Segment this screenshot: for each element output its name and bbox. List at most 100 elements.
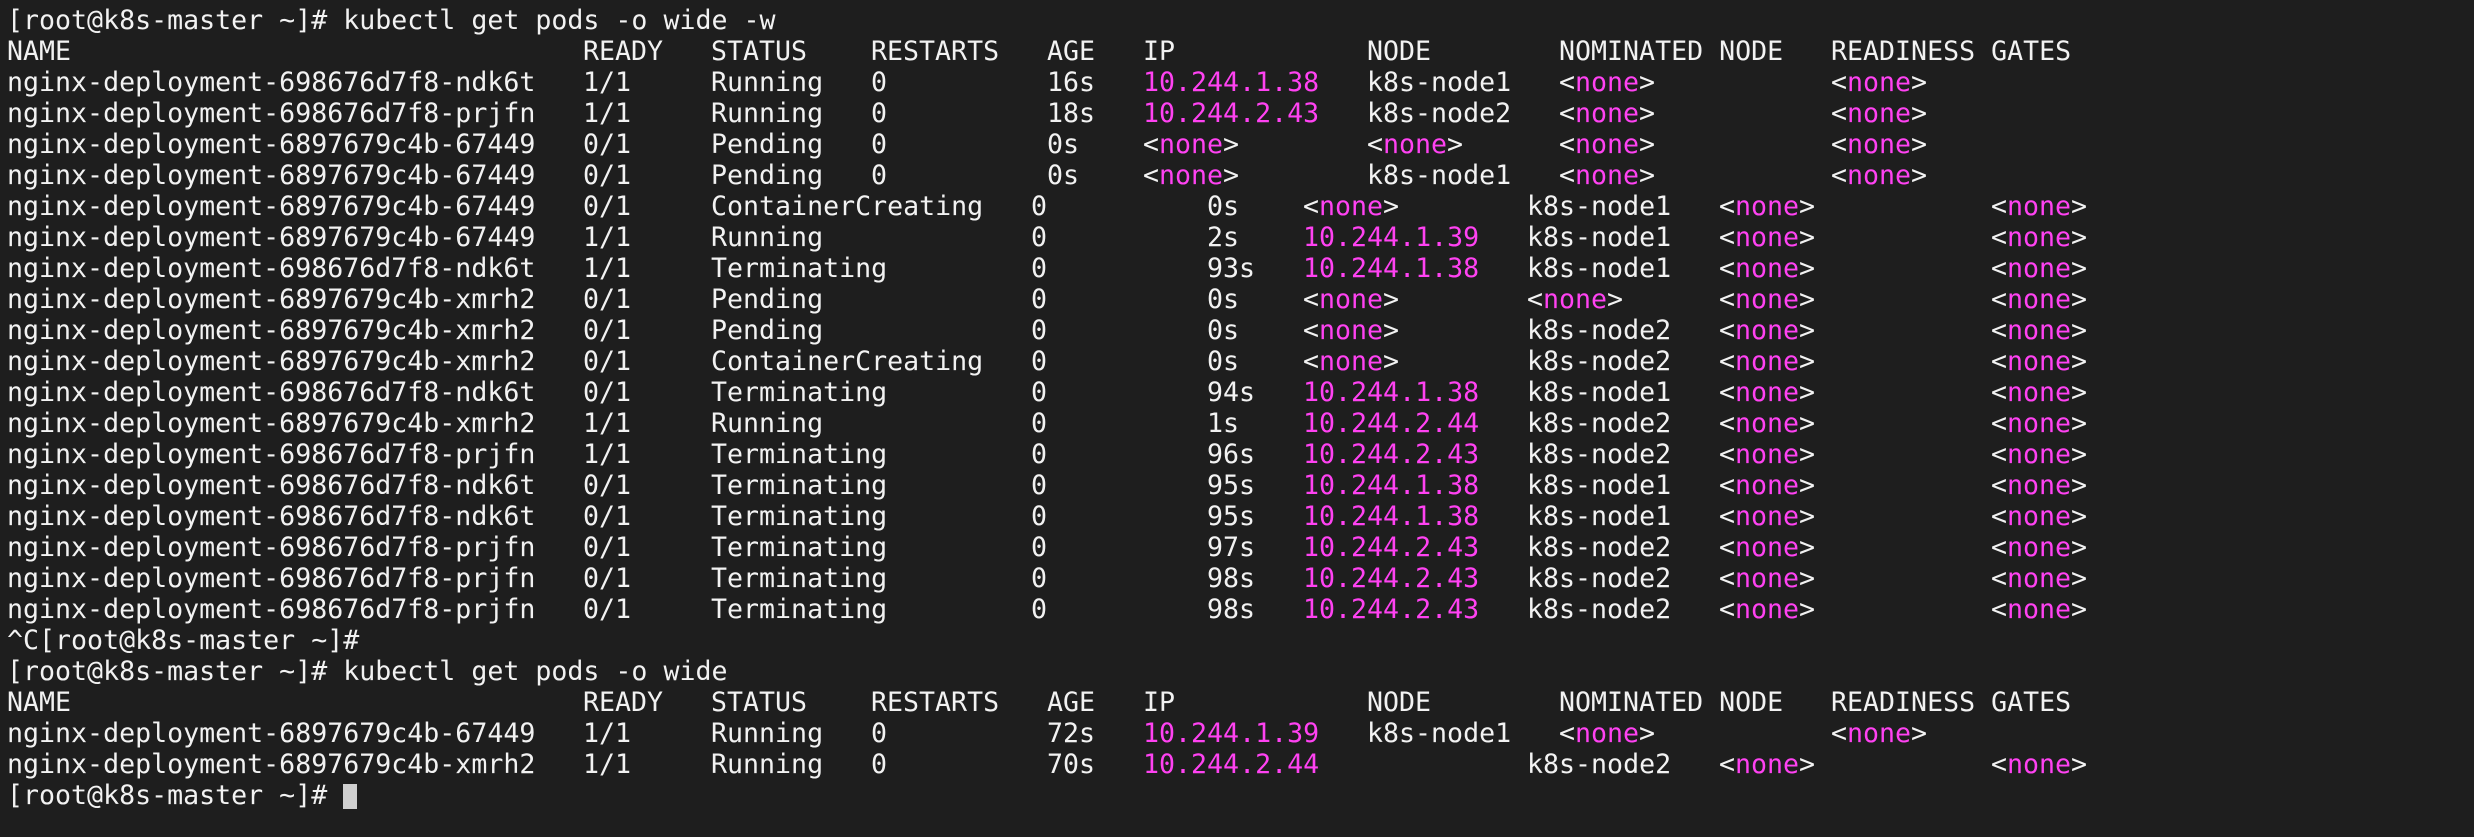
terminal-text: Pending [711, 160, 824, 191]
terminal-text: 98s [1207, 594, 1256, 625]
terminal-text: < [1719, 284, 1736, 315]
terminal-text: > [1383, 284, 1400, 315]
terminal-text: < [1143, 129, 1160, 160]
terminal-text: 0 [1031, 377, 1048, 408]
terminal-text: > [1799, 563, 1816, 594]
terminal-text: k8s-node2 [1527, 563, 1672, 594]
terminal-text: > [1383, 315, 1400, 346]
terminal-text: > [2071, 594, 2088, 625]
terminal-text: Pending [711, 284, 824, 315]
terminal-text: > [2071, 563, 2088, 594]
terminal-text: 1/1 [583, 718, 632, 749]
terminal-text: 1s [1207, 408, 1240, 439]
terminal-text: > [2071, 284, 2088, 315]
terminal-text: IP [1143, 36, 1176, 67]
terminal-text: < [1991, 315, 2008, 346]
terminal-line: NAME READY STATUS RESTARTS AGE IP NODE NOMINATE… [7, 36, 2467, 67]
highlighted-text: none [1735, 377, 1800, 408]
terminal-text: nginx-deployment-698676d7f8-prjfn [7, 439, 536, 470]
terminal-text: < [1719, 563, 1736, 594]
highlighted-text: none [1735, 749, 1800, 780]
terminal-text: nginx-deployment-6897679c4b-67449 [7, 718, 536, 749]
terminal-text: 0s [1207, 346, 1240, 377]
terminal-text: Running [711, 98, 824, 129]
terminal-text: NOMINATED NODE [1559, 687, 1784, 718]
terminal-line: nginx-deployment-6897679c4b-xmrh2 1/1 Runn… [7, 749, 2467, 780]
terminal-text: 1/1 [583, 98, 632, 129]
terminal-text: NODE [1367, 687, 1432, 718]
terminal-text: 0/1 [583, 501, 632, 532]
highlighted-text: none [1735, 284, 1800, 315]
highlighted-text: none [1735, 191, 1800, 222]
terminal-line: nginx-deployment-6897679c4b-xmrh2 0/1 Pend… [7, 284, 2467, 315]
terminal-text: 0 [1031, 346, 1048, 377]
terminal-line: nginx-deployment-698676d7f8-ndk6t 0/1 Term… [7, 377, 2467, 408]
terminal-text: > [1799, 439, 1816, 470]
terminal-text: 0 [1031, 191, 1048, 222]
terminal-text: > [1799, 532, 1816, 563]
terminal-text: 0s [1047, 160, 1080, 191]
highlighted-text: none [1735, 470, 1800, 501]
terminal-text: NODE [1367, 36, 1432, 67]
terminal-text: < [1831, 98, 1848, 129]
terminal-text: < [1143, 160, 1160, 191]
terminal-line: ^C[root@k8s-master ~]# [7, 625, 2467, 656]
terminal-text: < [1991, 346, 2008, 377]
terminal-text: > [2071, 408, 2088, 439]
terminal-line: [root@k8s-master ~]# kubectl get pods -o… [7, 5, 2467, 36]
terminal-text: ContainerCreating [711, 346, 984, 377]
terminal-text: < [1719, 315, 1736, 346]
highlighted-text: none [1575, 160, 1640, 191]
highlighted-text: none [1159, 160, 1224, 191]
highlighted-text: none [1575, 98, 1640, 129]
terminal-text: nginx-deployment-698676d7f8-ndk6t [7, 501, 536, 532]
terminal-text: > [1639, 67, 1656, 98]
highlighted-text: 10.244.1.38 [1303, 470, 1480, 501]
block-cursor-icon [343, 784, 357, 809]
highlighted-text: none [2007, 563, 2072, 594]
terminal-text: Terminating [711, 439, 888, 470]
terminal-text: k8s-node1 [1367, 718, 1512, 749]
terminal-text: 0/1 [583, 563, 632, 594]
highlighted-text: none [1735, 315, 1800, 346]
terminal-text: 0s [1207, 315, 1240, 346]
highlighted-text: 10.244.2.43 [1303, 532, 1480, 563]
terminal-line: nginx-deployment-698676d7f8-ndk6t 0/1 Term… [7, 470, 2467, 501]
terminal-line: nginx-deployment-6897679c4b-67449 1/1 Runn… [7, 718, 2467, 749]
terminal-text: 96s [1207, 439, 1256, 470]
terminal-text: nginx-deployment-698676d7f8-ndk6t [7, 253, 536, 284]
terminal-line: nginx-deployment-698676d7f8-prjfn 0/1 Term… [7, 532, 2467, 563]
terminal-text: > [1383, 346, 1400, 377]
terminal-text: < [1303, 315, 1320, 346]
terminal-text: nginx-deployment-6897679c4b-67449 [7, 191, 536, 222]
highlighted-text: none [2007, 315, 2072, 346]
terminal-text: nginx-deployment-6897679c4b-xmrh2 [7, 284, 536, 315]
highlighted-text: none [1735, 501, 1800, 532]
terminal-text: RESTARTS [871, 36, 1000, 67]
terminal-text: < [1991, 439, 2008, 470]
highlighted-text: 10.244.1.38 [1143, 67, 1320, 98]
highlighted-text: 10.244.1.39 [1143, 718, 1320, 749]
terminal-text: < [1559, 129, 1576, 160]
terminal-line: [root@k8s-master ~]# kubectl get pods -o… [7, 656, 2467, 687]
terminal-text: Terminating [711, 501, 888, 532]
terminal-text: READY [583, 687, 664, 718]
highlighted-text: none [1847, 67, 1912, 98]
terminal-text: < [1559, 98, 1576, 129]
terminal-text: nginx-deployment-6897679c4b-67449 [7, 129, 536, 160]
terminal-text: k8s-node1 [1367, 160, 1512, 191]
terminal-output[interactable]: [root@k8s-master ~]# kubectl get pods -o… [7, 0, 2467, 837]
terminal-line: nginx-deployment-698676d7f8-ndk6t 0/1 Term… [7, 501, 2467, 532]
terminal-text: k8s-node2 [1527, 315, 1672, 346]
terminal-text: nginx-deployment-6897679c4b-xmrh2 [7, 346, 536, 377]
highlighted-text: none [2007, 253, 2072, 284]
terminal-text: Running [711, 749, 824, 780]
highlighted-text: none [1847, 129, 1912, 160]
highlighted-text: none [1847, 718, 1912, 749]
terminal-text: 1/1 [583, 253, 632, 284]
terminal-text: NAME [7, 687, 72, 718]
terminal-text: ^C[root@k8s-master ~]# [7, 625, 360, 656]
highlighted-text: none [1319, 284, 1384, 315]
terminal-line: nginx-deployment-698676d7f8-prjfn 1/1 Runn… [7, 98, 2467, 129]
terminal-text: [root@k8s-master ~]# kubectl get pods -o… [7, 5, 776, 36]
